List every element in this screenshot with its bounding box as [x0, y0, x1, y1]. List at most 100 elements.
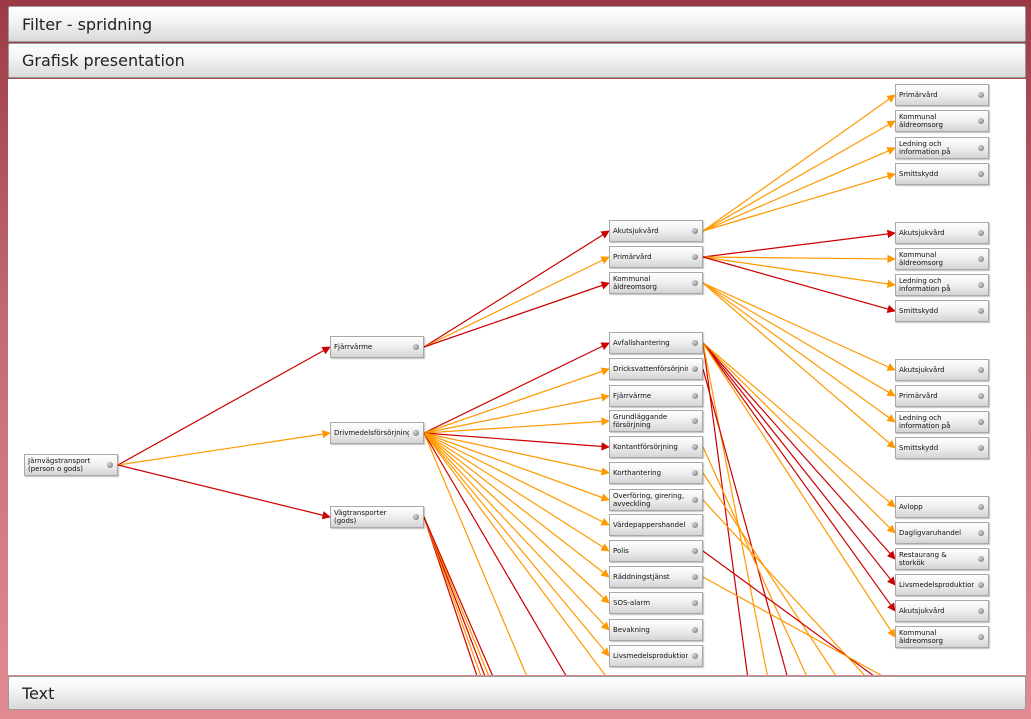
node-c_primar[interactable]: Primärvård — [895, 385, 989, 407]
node-expand-icon[interactable] — [978, 367, 984, 373]
edge-avfall-to-restaurang — [702, 342, 896, 560]
node-dricksvatten[interactable]: Dricksvattenförsörjning — [609, 358, 703, 380]
node-fjarrvarme_2[interactable]: Fjärrvärme — [609, 385, 703, 407]
node-label: Primärvård — [899, 392, 938, 400]
node-expand-icon[interactable] — [978, 608, 984, 614]
edge-akutsjukvard_2-to-a_smitt — [702, 172, 896, 232]
node-kontant[interactable]: Kontantförsörjning — [609, 436, 703, 458]
graph-panel-header[interactable]: Grafisk presentation — [8, 43, 1026, 78]
node-expand-icon[interactable] — [692, 340, 698, 346]
node-expand-icon[interactable] — [978, 556, 984, 562]
node-expand-icon[interactable] — [692, 627, 698, 633]
node-livsmedel_3[interactable]: Livsmedelsproduktion — [895, 574, 989, 596]
node-grundlaggande[interactable]: Grundläggande försörjning — [609, 410, 703, 432]
node-expand-icon[interactable] — [692, 280, 698, 286]
node-korthantering[interactable]: Korthantering — [609, 462, 703, 484]
edge-kommunal_2-to-c_smitt — [702, 282, 896, 449]
edge-offscreen-13 — [702, 499, 866, 675]
node-expand-icon[interactable] — [978, 171, 984, 177]
node-a_ledning[interactable]: Ledning och information på — [895, 137, 989, 159]
node-primarvard_2[interactable]: Primärvård — [609, 246, 703, 268]
node-expand-icon[interactable] — [978, 230, 984, 236]
node-expand-icon[interactable] — [978, 419, 984, 425]
node-label: Kommunal äldreomsorg — [899, 629, 943, 645]
node-expand-icon[interactable] — [692, 522, 698, 528]
node-expand-icon[interactable] — [413, 344, 419, 350]
node-a_kommunal[interactable]: Kommunal äldreomsorg — [895, 110, 989, 132]
dependency-graph-canvas[interactable]: Järnvägstransport (person o gods) Fjärrvä… — [8, 79, 1026, 675]
node-expand-icon[interactable] — [692, 393, 698, 399]
node-d_kommunal[interactable]: Kommunal äldreomsorg — [895, 626, 989, 648]
node-raddning[interactable]: Räddningstjänst — [609, 566, 703, 588]
node-sos[interactable]: SOS-alarm — [609, 592, 703, 614]
node-expand-icon[interactable] — [978, 282, 984, 288]
node-expand-icon[interactable] — [692, 497, 698, 503]
node-b_ledning[interactable]: Ledning och information på — [895, 274, 989, 296]
node-expand-icon[interactable] — [692, 548, 698, 554]
node-root[interactable]: Järnvägstransport (person o gods) — [24, 454, 118, 476]
node-expand-icon[interactable] — [978, 634, 984, 640]
node-expand-icon[interactable] — [978, 530, 984, 536]
node-avfall[interactable]: Avfallshantering — [609, 332, 703, 354]
edge-fjarrvarme-to-kommunal_2 — [423, 281, 610, 348]
node-expand-icon[interactable] — [413, 430, 419, 436]
node-label: Fjärrvärme — [613, 392, 652, 400]
node-expand-icon[interactable] — [978, 256, 984, 262]
node-label: Kommunal äldreomsorg — [613, 275, 657, 291]
node-a_smitt[interactable]: Smittskydd — [895, 163, 989, 185]
node-expand-icon[interactable] — [692, 653, 698, 659]
node-fjarrvarme[interactable]: Fjärrvärme — [330, 336, 424, 358]
edge-kommunal_2-to-c_ledning — [702, 282, 896, 423]
node-label: Primärvård — [899, 91, 938, 99]
node-a_primarvard[interactable]: Primärvård — [895, 84, 989, 106]
node-c_akut[interactable]: Akutsjukvård — [895, 359, 989, 381]
node-vardepapper[interactable]: Värdepappershandel — [609, 514, 703, 536]
node-expand-icon[interactable] — [692, 366, 698, 372]
node-expand-icon[interactable] — [978, 145, 984, 151]
graph-edges — [117, 94, 896, 675]
node-b_akut[interactable]: Akutsjukvård — [895, 222, 989, 244]
node-expand-icon[interactable] — [978, 504, 984, 510]
node-expand-icon[interactable] — [692, 418, 698, 424]
node-kommunal_2[interactable]: Kommunal äldreomsorg — [609, 272, 703, 294]
node-avlopp[interactable]: Avlopp — [895, 496, 989, 518]
node-expand-icon[interactable] — [978, 582, 984, 588]
node-expand-icon[interactable] — [692, 254, 698, 260]
text-panel-header[interactable]: Text — [8, 676, 1026, 710]
node-akutsjukvard_2[interactable]: Akutsjukvård — [609, 220, 703, 242]
node-label: Ledning och information på — [899, 414, 951, 430]
edge-akutsjukvard_2-to-a_kommunal — [702, 120, 896, 232]
node-dagligvaru[interactable]: Dagligvaruhandel — [895, 522, 989, 544]
node-expand-icon[interactable] — [692, 228, 698, 234]
node-bevakning[interactable]: Bevakning — [609, 619, 703, 641]
node-expand-icon[interactable] — [692, 444, 698, 450]
node-expand-icon[interactable] — [107, 462, 113, 468]
node-expand-icon[interactable] — [978, 445, 984, 451]
node-overforing[interactable]: Överföring, girering, avveckling — [609, 489, 703, 511]
node-polis[interactable]: Polis — [609, 540, 703, 562]
node-expand-icon[interactable] — [978, 308, 984, 314]
node-expand-icon[interactable] — [692, 600, 698, 606]
node-expand-icon[interactable] — [978, 393, 984, 399]
node-b_smitt[interactable]: Smittskydd — [895, 300, 989, 322]
node-drivmedel[interactable]: Drivmedelsförsörjning — [330, 422, 424, 444]
node-d_akut[interactable]: Akutsjukvård — [895, 600, 989, 622]
node-label: Fjärrvärme — [334, 343, 373, 351]
node-label: Värdepappershandel — [613, 521, 686, 529]
node-label: Bevakning — [613, 626, 650, 634]
filter-panel-header[interactable]: Filter - spridning — [8, 6, 1026, 42]
node-expand-icon[interactable] — [692, 470, 698, 476]
node-expand-icon[interactable] — [692, 574, 698, 580]
node-c_smitt[interactable]: Smittskydd — [895, 437, 989, 459]
node-expand-icon[interactable] — [978, 118, 984, 124]
node-restaurang[interactable]: Restaurang & storkök — [895, 548, 989, 570]
node-expand-icon[interactable] — [978, 92, 984, 98]
edge-primarvard_2-to-b_smitt — [702, 256, 896, 313]
node-livsmedel_2[interactable]: Livsmedelsproduktion — [609, 645, 703, 667]
edge-akutsjukvard_2-to-a_ledning — [702, 147, 896, 232]
node-vagtransporter[interactable]: Vägtransporter (gods) — [330, 506, 424, 528]
node-label: Akutsjukvård — [899, 229, 945, 237]
node-expand-icon[interactable] — [413, 514, 419, 520]
node-b_kommunal[interactable]: Kommunal äldreomsorg — [895, 248, 989, 270]
node-c_ledning[interactable]: Ledning och information på — [895, 411, 989, 433]
